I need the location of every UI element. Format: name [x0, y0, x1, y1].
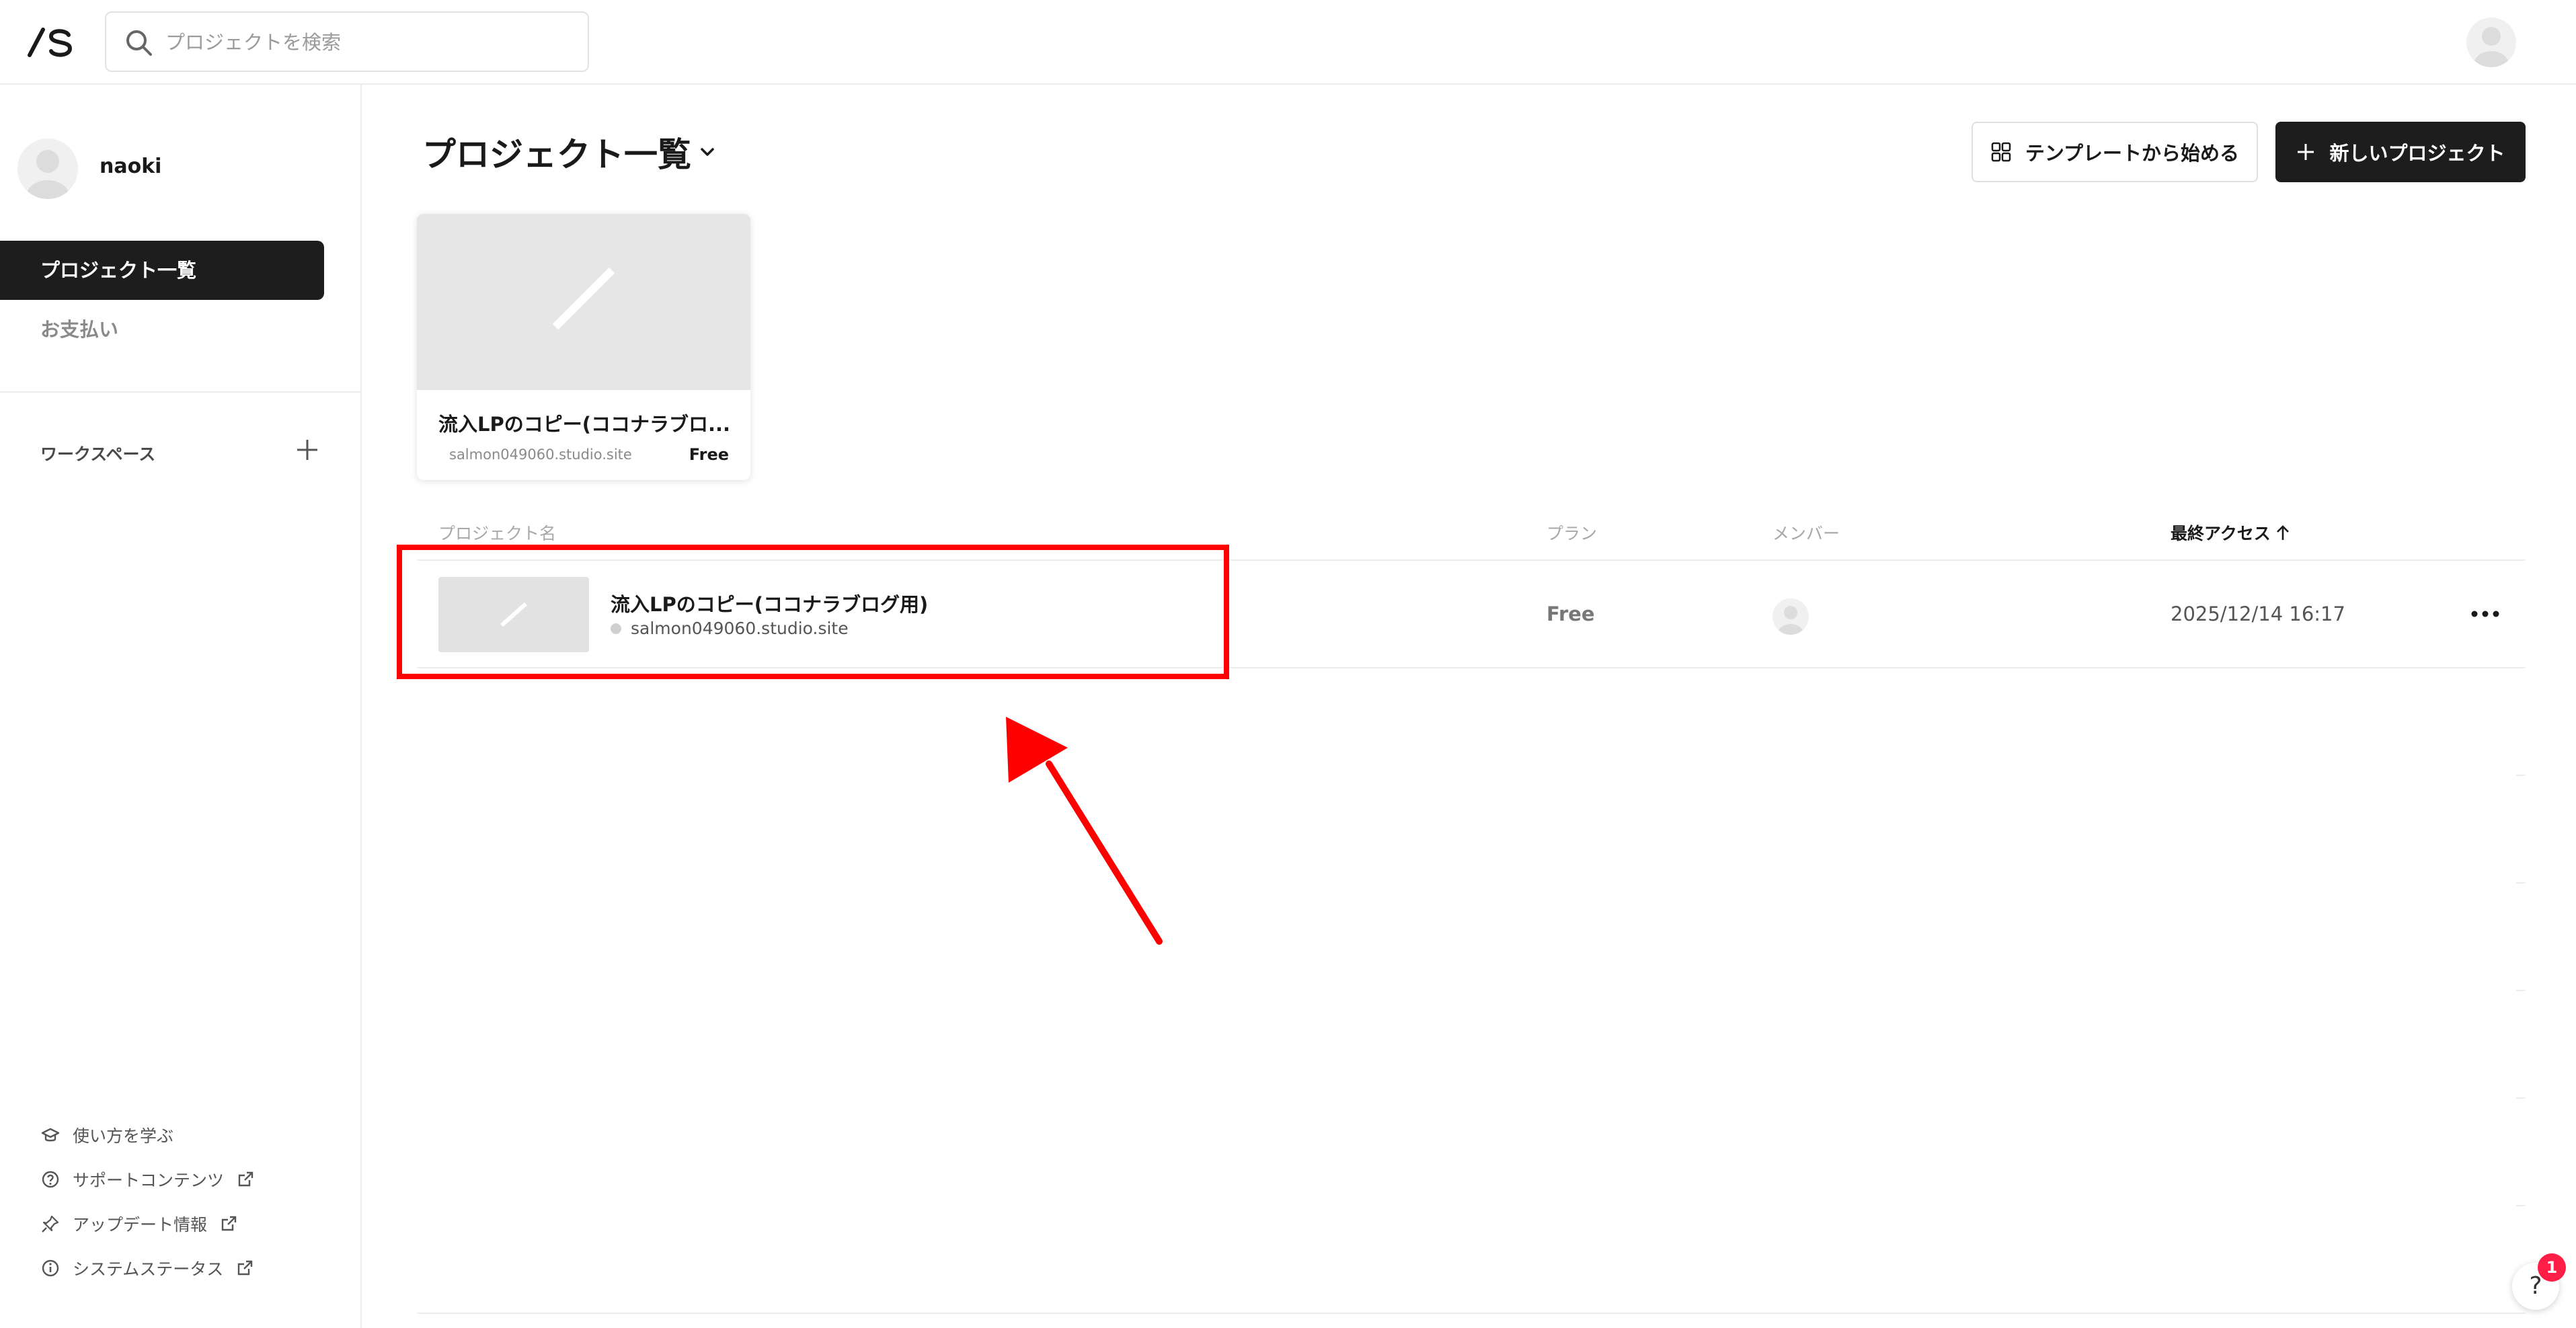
- arrow-up-icon: [2276, 525, 2289, 540]
- project-card[interactable]: 流入LPのコピー(ココナラブロ... salmon049060.studio.s…: [417, 214, 750, 480]
- external-link-icon: [238, 1171, 253, 1187]
- search-input[interactable]: [165, 22, 569, 63]
- row-project-name: 流入LPのコピー(ココナラブログ用): [611, 593, 929, 616]
- chevron-down-icon: [701, 148, 714, 156]
- top-bar: [0, 0, 2576, 85]
- support-link-label: サポートコンテンツ: [73, 1171, 225, 1190]
- add-workspace-icon[interactable]: [293, 436, 321, 464]
- search-box[interactable]: [105, 11, 589, 72]
- new-project-label: 新しいプロジェクト: [2329, 142, 2505, 165]
- question-circle-icon: [42, 1171, 59, 1188]
- new-project-button[interactable]: 新しいプロジェクト: [2275, 122, 2526, 182]
- profile-name: naoki: [100, 155, 162, 178]
- row-plan: Free: [1547, 602, 1595, 625]
- sidebar: naoki プロジェクト一覧 お支払い ワークスペース 使い方を学ぶ サポートコ…: [0, 85, 362, 1328]
- user-silhouette-icon: [1778, 606, 1803, 635]
- placeholder-slash-icon: [552, 267, 615, 330]
- search-icon: [126, 30, 152, 56]
- row-project-thumbnail: [438, 577, 589, 652]
- start-from-template-label: テンプレートから始める: [2025, 142, 2240, 165]
- project-card-url: salmon049060.studio.site: [449, 446, 632, 463]
- notification-badge: 1: [2538, 1253, 2566, 1282]
- row-member-avatar: [1772, 598, 1809, 635]
- graduation-cap-icon: [41, 1128, 60, 1142]
- learn-link-label: 使い方を学ぶ: [73, 1126, 174, 1146]
- project-card-title: 流入LPのコピー(ココナラブロ...: [438, 413, 731, 436]
- user-silhouette-icon: [2474, 27, 2509, 67]
- more-options-icon[interactable]: [2465, 604, 2505, 624]
- profile-avatar[interactable]: [17, 139, 78, 199]
- column-header-members: メンバー: [1772, 524, 1840, 543]
- system-status-link-label: システムステータス: [73, 1259, 224, 1279]
- system-status-link[interactable]: システムステータス: [40, 1255, 254, 1282]
- empty-row-separator: [2516, 775, 2526, 776]
- project-card-plan: Free: [689, 445, 729, 464]
- table-bottom-border: [417, 1313, 2526, 1314]
- project-thumbnail: [417, 214, 750, 390]
- grid-icon: [1991, 142, 2011, 162]
- row-last-access: 2025/12/14 16:17: [2171, 602, 2345, 625]
- support-link[interactable]: サポートコンテンツ: [40, 1166, 255, 1193]
- user-silhouette-icon: [26, 150, 69, 199]
- external-link-icon: [221, 1216, 237, 1231]
- sidebar-item-payments[interactable]: お支払い: [0, 300, 324, 359]
- column-header-plan: プラン: [1547, 524, 1598, 543]
- info-circle-icon: [42, 1259, 59, 1277]
- sidebar-divider: [0, 391, 360, 393]
- empty-row-separator: [2516, 882, 2526, 884]
- workspace-label: ワークスペース: [40, 444, 156, 464]
- learn-link[interactable]: 使い方を学ぶ: [40, 1122, 173, 1148]
- empty-row-separator: [2516, 1205, 2526, 1206]
- start-from-template-button[interactable]: テンプレートから始める: [1972, 122, 2258, 182]
- empty-row-separator: [2516, 1097, 2526, 1099]
- table-row[interactable]: 流入LPのコピー(ココナラブログ用) salmon049060.studio.s…: [417, 559, 2526, 668]
- updates-link-label: アップデート情報: [73, 1215, 208, 1235]
- external-link-icon: [238, 1260, 253, 1276]
- empty-row-separator: [2516, 990, 2526, 991]
- placeholder-slash-icon: [500, 602, 527, 627]
- studio-logo[interactable]: [27, 26, 74, 59]
- user-avatar[interactable]: [2466, 17, 2516, 67]
- annotation-arrow-icon: [1006, 717, 1163, 945]
- status-dot: [611, 623, 621, 634]
- sidebar-item-projects[interactable]: プロジェクト一覧: [0, 241, 324, 300]
- column-header-last-access[interactable]: 最終アクセス: [2171, 520, 2291, 545]
- plus-icon: [2298, 144, 2314, 160]
- updates-link[interactable]: アップデート情報: [40, 1210, 238, 1237]
- pin-icon: [42, 1215, 59, 1233]
- column-header-last-access-label: 最終アクセス: [2171, 524, 2271, 543]
- column-header-project-name: プロジェクト名: [438, 524, 557, 543]
- row-project-url-wrap: salmon049060.studio.site: [611, 619, 849, 638]
- row-project-url: salmon049060.studio.site: [631, 619, 849, 638]
- page-title[interactable]: プロジェクト一覧: [422, 128, 718, 176]
- page-title-text: プロジェクト一覧: [422, 135, 691, 174]
